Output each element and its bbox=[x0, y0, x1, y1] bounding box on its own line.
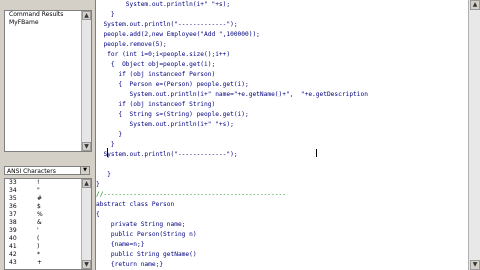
code-line: { Object obj=people.get(i); bbox=[96, 61, 216, 68]
char-code: 41 bbox=[9, 243, 17, 250]
character-set-selected: ANSI Characters bbox=[7, 168, 56, 175]
character-row[interactable]: 34 " bbox=[5, 187, 91, 195]
character-scrollbar[interactable]: ▲ ▼ bbox=[81, 179, 91, 269]
character-row[interactable]: 33! bbox=[5, 179, 91, 187]
scroll-down-arrow-icon[interactable]: ▼ bbox=[82, 142, 91, 151]
ibeam-cursor-icon bbox=[316, 149, 317, 157]
output-item[interactable]: Command Results bbox=[5, 11, 91, 19]
char-glyph: ( bbox=[37, 235, 40, 242]
scroll-up-arrow-icon[interactable]: ▲ bbox=[470, 0, 480, 10]
char-code: 38 bbox=[9, 219, 17, 226]
character-row[interactable]: 38 & bbox=[5, 219, 91, 227]
character-row[interactable]: 37% bbox=[5, 211, 91, 219]
char-code: 36 bbox=[9, 203, 17, 210]
character-row[interactable]: 43 + bbox=[5, 259, 91, 267]
left-dock: Command Results MyFBame ▲ ▼ ANSI Characte… bbox=[0, 0, 96, 270]
code-line: } bbox=[96, 181, 100, 188]
code-line: if (obj instanceof Person) bbox=[96, 71, 216, 78]
code-line: private String name; bbox=[96, 221, 186, 228]
char-glyph: ) bbox=[37, 243, 40, 250]
character-row[interactable]: 41) bbox=[5, 243, 91, 251]
editor-scrollbar[interactable]: ▲ ▼ bbox=[468, 0, 480, 270]
output-scrollbar[interactable]: ▲ ▼ bbox=[81, 11, 91, 151]
code-editor[interactable]: System.out.println(i+" "+s); } System.ou… bbox=[96, 0, 468, 270]
char-glyph: + bbox=[37, 259, 43, 266]
char-code: 39 bbox=[9, 227, 17, 234]
output-window[interactable]: Command Results MyFBame ▲ ▼ bbox=[4, 10, 92, 152]
char-glyph: $ bbox=[37, 203, 41, 210]
code-line: System.out.println("-------------"); bbox=[96, 21, 238, 28]
code-line: people.remove(5); bbox=[96, 41, 167, 48]
char-glyph: ' bbox=[37, 227, 39, 234]
scroll-down-arrow-icon[interactable]: ▼ bbox=[82, 260, 91, 269]
character-set-dropdown[interactable]: ANSI Characters ▼ bbox=[4, 166, 90, 175]
char-code: 37 bbox=[9, 211, 17, 218]
character-list[interactable]: 33! 34 " 35 #36 $37% 38 & 39 ' 40(41) 42 * 43 + ▲ ▼ bbox=[4, 178, 92, 270]
char-code: 35 bbox=[9, 195, 17, 202]
code-line: System.out.println("-------------"); bbox=[96, 151, 238, 158]
char-glyph: * bbox=[37, 251, 40, 258]
code-line: public Person(String n) bbox=[96, 231, 197, 238]
character-rows: 33! 34 " 35 #36 $37% 38 & 39 ' 40(41) 42 * 43 + bbox=[5, 179, 91, 267]
char-glyph: % bbox=[37, 211, 43, 218]
char-glyph: " bbox=[37, 187, 40, 194]
character-row[interactable]: 40 ( bbox=[5, 235, 91, 243]
code-line: //--------------------------------------… bbox=[96, 191, 286, 198]
scroll-up-arrow-icon[interactable]: ▲ bbox=[82, 11, 91, 20]
output-item[interactable]: MyFBame bbox=[5, 19, 91, 27]
code-line: System.out.println(i+" "+s); bbox=[96, 1, 231, 8]
code-line: { Person e=(Person) people.get(i); bbox=[96, 81, 249, 88]
chevron-down-icon[interactable]: ▼ bbox=[80, 167, 89, 174]
char-code: 33 bbox=[9, 179, 17, 186]
char-code: 43 bbox=[9, 259, 17, 266]
code-line: } bbox=[96, 171, 111, 178]
char-glyph: ! bbox=[37, 179, 40, 186]
character-row[interactable]: 42 * bbox=[5, 251, 91, 259]
code-line: people.add(2,new Employee("Add ",100000)… bbox=[96, 31, 260, 38]
output-list: Command Results MyFBame bbox=[5, 11, 91, 27]
character-row[interactable]: 39 ' bbox=[5, 227, 91, 235]
scroll-down-arrow-icon[interactable]: ▼ bbox=[470, 260, 480, 270]
char-glyph: # bbox=[37, 195, 43, 202]
code-line: if (obj instanceof String) bbox=[96, 101, 216, 108]
code-line: { bbox=[96, 211, 100, 218]
char-code: 42 bbox=[9, 251, 17, 258]
code-line: {return name;} bbox=[96, 261, 164, 268]
char-code: 34 bbox=[9, 187, 17, 194]
scroll-up-arrow-icon[interactable]: ▲ bbox=[82, 179, 91, 188]
code-line: public String getName() bbox=[96, 251, 197, 258]
code-line: {name=n;} bbox=[96, 241, 145, 248]
code-line: System.out.println(i+" name="+e.getName(… bbox=[96, 91, 368, 98]
code-line: } bbox=[96, 131, 123, 138]
text-caret bbox=[107, 148, 108, 157]
code-line: } bbox=[96, 141, 115, 148]
code-lines: System.out.println(i+" "+s); } System.ou… bbox=[96, 0, 468, 270]
code-line: abstract class Person bbox=[96, 201, 175, 208]
code-line: { String s=(String) people.get(i); bbox=[96, 111, 249, 118]
code-line: } bbox=[96, 11, 115, 18]
character-row[interactable]: 35 # bbox=[5, 195, 91, 203]
character-row[interactable]: 36 $ bbox=[5, 203, 91, 211]
code-line: System.out.println(i+" "+s); bbox=[96, 121, 234, 128]
code-line: for (int i=0;i<people.size();i++) bbox=[96, 51, 231, 58]
char-glyph: & bbox=[37, 219, 42, 226]
char-code: 40 bbox=[9, 235, 17, 242]
